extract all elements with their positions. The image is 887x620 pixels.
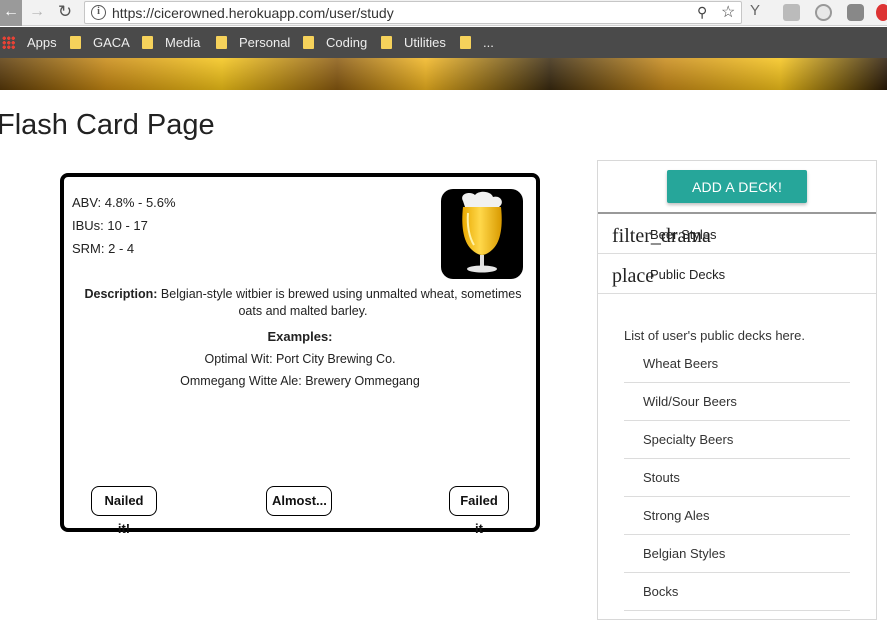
page-title: Flash Card Page xyxy=(0,109,215,141)
folder-icon xyxy=(381,36,392,49)
zoom-icon[interactable]: ⚲ xyxy=(697,4,707,21)
add-deck-button[interactable]: ADD A DECK! xyxy=(667,170,807,203)
folder-icon xyxy=(142,36,153,49)
deck-item-belgian-styles[interactable]: Belgian Styles xyxy=(624,535,850,573)
extension-icon[interactable] xyxy=(847,4,864,21)
folder-icon xyxy=(216,36,227,49)
info-icon[interactable]: i xyxy=(91,5,106,20)
place-icon: place xyxy=(612,265,655,287)
deck-item-strong-ales[interactable]: Strong Ales xyxy=(624,497,850,535)
ibu-stat: IBUs: 10 - 17 xyxy=(72,218,148,233)
examples-title: Examples: xyxy=(267,329,333,344)
forward-icon[interactable]: → xyxy=(26,0,48,26)
beer-styles-row[interactable]: filter_drama Beer Styles xyxy=(598,214,876,254)
bookmarks-bar: Apps GACA Media Personal Coding Utilitie… xyxy=(0,27,887,58)
bookmark-star-icon[interactable]: ☆ xyxy=(721,2,735,22)
browser-toolbar: ← → ↻ i https://cicerowned.herokuapp.com… xyxy=(0,0,887,26)
header-banner xyxy=(0,58,887,90)
deck-item-stouts[interactable]: Stouts xyxy=(624,459,850,497)
nailed-it-button[interactable]: Nailed it! xyxy=(91,486,157,536)
example-item: Optimal Wit: Port City Brewing Co. xyxy=(204,352,396,366)
public-decks-row[interactable]: place Public Decks xyxy=(598,254,876,294)
folder-icon xyxy=(303,36,314,49)
extension-icon[interactable] xyxy=(876,4,887,21)
bookmark-folder[interactable]: GACA xyxy=(70,35,130,51)
bookmark-folder[interactable]: Media xyxy=(142,35,200,51)
abv-stat: ABV: 4.8% - 5.6% xyxy=(72,195,176,210)
deck-item-wild-sour-beers[interactable]: Wild/Sour Beers xyxy=(624,383,850,421)
folder-icon xyxy=(70,36,81,49)
description-text: Description: Belgian-style witbier is br… xyxy=(74,286,532,320)
almost-button[interactable]: Almost... xyxy=(266,486,332,516)
flash-card: ABV: 4.8% - 5.6% IBUs: 10 - 17 SRM: 2 - … xyxy=(60,173,540,536)
folder-icon xyxy=(460,36,471,49)
srm-stat: SRM: 2 - 4 xyxy=(72,241,135,256)
public-decks-label: Public Decks xyxy=(650,267,726,282)
description-label: Description: xyxy=(84,287,158,301)
bookmark-folder[interactable]: ... xyxy=(460,35,494,51)
deck-list: Wheat Beers Wild/Sour Beers Specialty Be… xyxy=(624,345,850,611)
example-item: Ommegang Witte Ale: Brewery Ommegang xyxy=(180,374,420,388)
deck-item-specialty-beers[interactable]: Specialty Beers xyxy=(624,421,850,459)
reload-icon[interactable]: ↻ xyxy=(54,0,76,26)
apps-grid-icon xyxy=(2,36,15,49)
address-bar[interactable]: i https://cicerowned.herokuapp.com/user/… xyxy=(84,1,742,24)
beer-styles-label: Beer Styles xyxy=(650,227,717,242)
pdf-extension-icon[interactable] xyxy=(783,4,800,21)
bookmark-folder[interactable]: Personal xyxy=(216,35,290,51)
back-icon[interactable]: ← xyxy=(0,0,22,26)
bookmark-folder[interactable]: Coding xyxy=(303,35,367,51)
deck-item-wheat-beers[interactable]: Wheat Beers xyxy=(624,345,850,383)
wheat-beer-glass-icon xyxy=(441,189,523,279)
extension-icon[interactable] xyxy=(815,4,832,21)
description-body: Belgian-style witbier is brewed using un… xyxy=(160,287,522,318)
bookmark-apps[interactable]: Apps xyxy=(2,35,57,51)
extension-icon[interactable]: Y xyxy=(750,2,767,19)
public-decks-intro: List of user's public decks here. xyxy=(624,328,805,343)
deck-panel: ADD A DECK! filter_drama Beer Styles pla… xyxy=(597,160,877,620)
bookmark-folder[interactable]: Utilities xyxy=(381,35,446,51)
url-text[interactable]: https://cicerowned.herokuapp.com/user/st… xyxy=(112,5,394,21)
deck-item-bocks[interactable]: Bocks xyxy=(624,573,850,611)
failed-it-button[interactable]: Failed it xyxy=(449,486,509,536)
